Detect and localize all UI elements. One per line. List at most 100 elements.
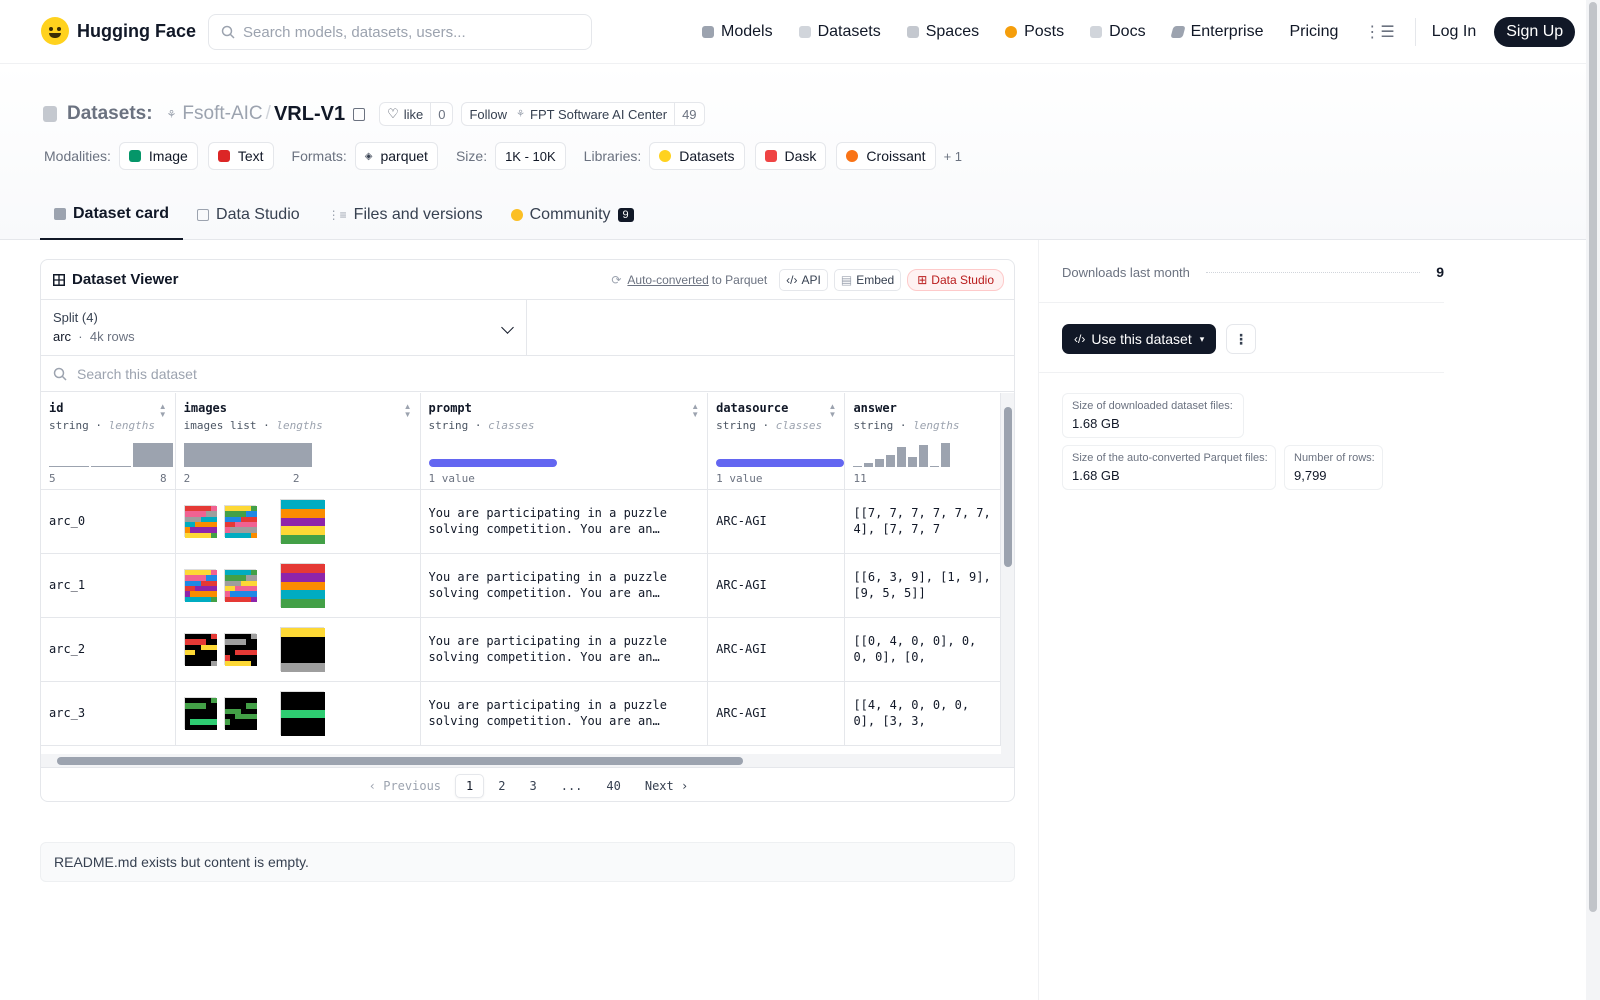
search-input[interactable]: Search models, datasets, users... xyxy=(208,14,592,50)
data-studio-button[interactable]: ⊞ Data Studio xyxy=(907,269,1004,291)
cell-id[interactable]: arc_3 xyxy=(41,681,176,746)
vertical-scrollbar[interactable] xyxy=(1001,393,1014,767)
cell-id[interactable]: arc_2 xyxy=(41,617,176,682)
sort-icon[interactable]: ▲ ▼ xyxy=(159,403,167,419)
horizontal-scrollbar[interactable] xyxy=(41,754,1001,767)
histogram-bar[interactable] xyxy=(886,454,896,467)
tab-files[interactable]: ⋮≡ Files and versions xyxy=(314,190,497,240)
arc-grid-image[interactable] xyxy=(223,697,257,730)
nav-enterprise[interactable]: Enterprise xyxy=(1169,23,1263,41)
use-dataset-button[interactable]: ‹/› Use this dataset ▾ xyxy=(1062,324,1217,354)
arc-grid-image[interactable] xyxy=(279,627,325,672)
nav-pricing[interactable]: Pricing xyxy=(1289,23,1338,41)
cell-prompt[interactable]: You are participating in a puzzle solvin… xyxy=(420,553,709,618)
histogram-bar[interactable] xyxy=(183,442,312,467)
more-menu-icon[interactable]: ⋮☰ xyxy=(1364,22,1394,42)
follow-button[interactable]: Follow ⚘ FPT Software AI Center 49 xyxy=(461,102,705,126)
tag-croissant[interactable]: Croissant xyxy=(836,142,936,170)
more-libraries[interactable]: + 1 xyxy=(944,149,962,164)
arc-grid-image[interactable] xyxy=(279,691,325,736)
arc-grid-image[interactable] xyxy=(183,697,217,730)
arc-grid-image[interactable] xyxy=(223,569,257,602)
page-button-2[interactable]: 2 xyxy=(488,775,515,797)
arc-grid-image[interactable] xyxy=(223,633,257,666)
copy-icon[interactable] xyxy=(353,107,366,121)
cell-datasource[interactable]: ARC-AGI xyxy=(707,489,846,554)
cell-images[interactable] xyxy=(175,489,421,554)
login-link[interactable]: Log In xyxy=(1432,23,1476,41)
arc-grid-image[interactable] xyxy=(279,499,325,544)
nav-spaces[interactable]: Spaces xyxy=(906,23,979,41)
section-label[interactable]: Datasets: xyxy=(67,103,153,125)
repo-owner[interactable]: Fsoft-AIC xyxy=(182,103,262,125)
sort-icon[interactable]: ▲ ▼ xyxy=(404,403,412,419)
api-button[interactable]: ‹/› API xyxy=(779,269,828,291)
histogram-bar[interactable] xyxy=(919,444,929,467)
histogram-bar[interactable] xyxy=(897,446,907,467)
arc-grid-image[interactable] xyxy=(183,633,217,666)
nav-posts[interactable]: Posts xyxy=(1005,23,1064,41)
histogram-bar[interactable] xyxy=(864,462,874,467)
vertical-scroll-thumb[interactable] xyxy=(1004,407,1012,567)
cell-images[interactable] xyxy=(175,617,421,682)
tag-text[interactable]: Text xyxy=(207,142,274,170)
tab-dataset-card[interactable]: Dataset card xyxy=(40,190,184,240)
tag-image[interactable]: Image xyxy=(118,142,198,170)
table-row[interactable]: arc_2 You are participating in a puzzle s… xyxy=(41,617,1001,682)
histogram-bar[interactable] xyxy=(941,442,951,467)
cell-answer[interactable]: [[4, 4, 0, 0, 0, 0], [3, 3, xyxy=(844,681,1001,746)
tag-parquet[interactable]: ◈ parquet xyxy=(354,142,438,170)
histogram-bar[interactable] xyxy=(875,458,885,467)
tag-dask[interactable]: Dask xyxy=(754,142,827,170)
tab-data-studio[interactable]: Data Studio xyxy=(183,190,314,240)
cell-images[interactable] xyxy=(175,681,421,746)
arc-grid-image[interactable] xyxy=(183,569,217,602)
next-page-button[interactable]: Next › xyxy=(635,775,698,797)
cell-id[interactable]: arc_0 xyxy=(41,489,176,554)
sort-icon[interactable]: ▲ ▼ xyxy=(691,403,699,419)
cell-id[interactable]: arc_1 xyxy=(41,553,176,618)
arc-grid-image[interactable] xyxy=(223,505,257,538)
nav-datasets[interactable]: Datasets xyxy=(798,23,881,41)
more-options-button[interactable]: ⋮ xyxy=(1226,324,1256,354)
arc-grid-image[interactable] xyxy=(183,505,217,538)
cell-prompt[interactable]: You are participating in a puzzle solvin… xyxy=(420,617,709,682)
table-row[interactable]: arc_3 You are participating in a puzzle s… xyxy=(41,681,1001,746)
page-button-1[interactable]: 1 xyxy=(455,773,485,798)
signup-button[interactable]: Sign Up xyxy=(1494,17,1576,47)
page-scroll-thumb[interactable] xyxy=(1589,2,1597,912)
histogram-bar[interactable] xyxy=(133,442,173,467)
table-row[interactable]: arc_0 You are participating in a puzzle s… xyxy=(41,489,1001,554)
histogram-bar[interactable] xyxy=(91,465,131,467)
cell-datasource[interactable]: ARC-AGI xyxy=(707,617,846,682)
cell-prompt[interactable]: You are participating in a puzzle solvin… xyxy=(420,681,709,746)
auto-converted-link[interactable]: Auto-converted xyxy=(627,273,708,287)
sort-icon[interactable]: ▲ ▼ xyxy=(829,403,837,419)
column-header-id[interactable]: id string · lengths ▲ ▼ 5 8 xyxy=(41,393,176,490)
class-bar[interactable] xyxy=(716,458,845,467)
column-header-answer[interactable]: answer string · lengths 11 xyxy=(844,393,1001,490)
column-header-images[interactable]: images images list · lengths ▲ ▼ 2 2 xyxy=(175,393,421,490)
horizontal-scroll-thumb[interactable] xyxy=(57,757,743,765)
repo-name[interactable]: VRL-V1 xyxy=(274,103,345,126)
brand-logo[interactable]: Hugging Face xyxy=(41,17,196,45)
cell-answer[interactable]: [[6, 3, 9], [1, 9], [9, 5, 5]] xyxy=(844,553,1001,618)
cell-answer[interactable]: [[7, 7, 7, 7, 7, 7, 4], [7, 7, 7 xyxy=(844,489,1001,554)
page-button-40[interactable]: 40 xyxy=(596,775,630,797)
previous-page-button[interactable]: ‹ Previous xyxy=(359,775,451,797)
embed-button[interactable]: ▤ Embed xyxy=(833,269,902,291)
histogram-bar[interactable] xyxy=(853,465,863,467)
page-scrollbar[interactable] xyxy=(1586,0,1600,1000)
nav-docs[interactable]: Docs xyxy=(1090,23,1146,41)
like-button[interactable]: ♡ like 0 xyxy=(379,102,454,126)
cell-datasource[interactable]: ARC-AGI xyxy=(707,553,846,618)
dataset-search-input[interactable]: Search this dataset xyxy=(41,356,1014,392)
cell-prompt[interactable]: You are participating in a puzzle solvin… xyxy=(420,489,709,554)
table-row[interactable]: arc_1 You are participating in a puzzle s… xyxy=(41,553,1001,618)
column-header-prompt[interactable]: prompt string · classes ▲ ▼ 1 value xyxy=(420,393,709,490)
arc-grid-image[interactable] xyxy=(279,563,325,608)
class-bar[interactable] xyxy=(428,458,557,467)
cell-answer[interactable]: [[0, 4, 0, 0], 0, 0, 0], [0, xyxy=(844,617,1001,682)
cell-images[interactable] xyxy=(175,553,421,618)
tag-size[interactable]: 1K - 10K xyxy=(495,142,566,170)
